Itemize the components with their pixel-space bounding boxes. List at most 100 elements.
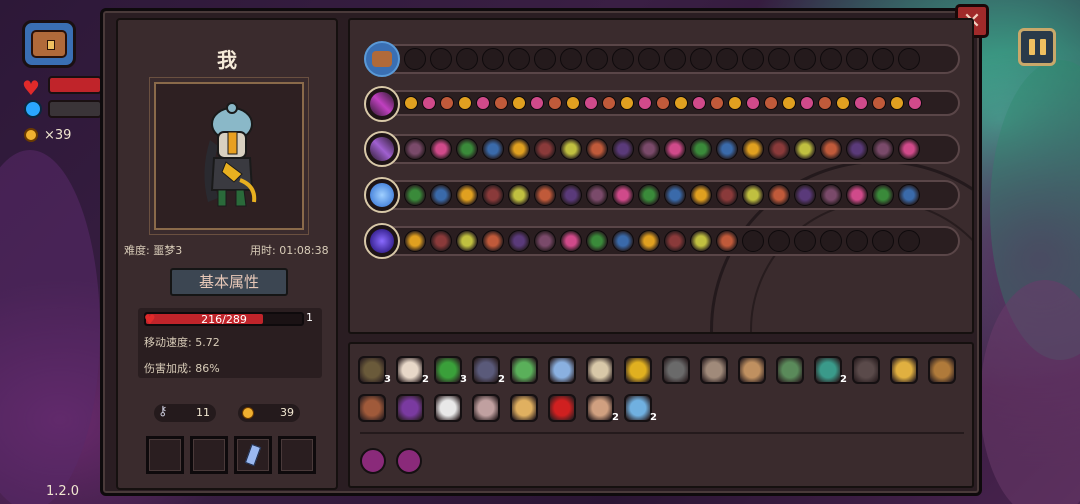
item-icon[interactable] xyxy=(434,356,462,384)
upgrade-mini-icon[interactable] xyxy=(728,96,742,110)
upgrade-icon[interactable] xyxy=(898,138,920,160)
upgrade-mini-icon[interactable] xyxy=(530,96,544,110)
upgrade-icon[interactable] xyxy=(508,138,530,160)
upgrade-mini-icon[interactable] xyxy=(782,96,796,110)
upgrade-icon[interactable] xyxy=(612,138,634,160)
upgrade-mini-icon[interactable] xyxy=(854,96,868,110)
upgrade-icon[interactable] xyxy=(872,138,894,160)
upgrade-icon[interactable] xyxy=(690,230,712,252)
item-icon[interactable] xyxy=(472,356,500,384)
item-icon[interactable] xyxy=(814,356,842,384)
upgrade-icon[interactable] xyxy=(482,230,504,252)
item-icon[interactable] xyxy=(624,356,652,384)
item-icon[interactable] xyxy=(662,356,690,384)
upgrade-icon[interactable] xyxy=(664,230,686,252)
weapon-slot-dagger[interactable] xyxy=(364,86,400,122)
pause-button[interactable] xyxy=(1018,28,1056,66)
upgrade-mini-icon[interactable] xyxy=(602,96,616,110)
upgrade-icon[interactable] xyxy=(586,138,608,160)
upgrade-icon[interactable] xyxy=(716,230,738,252)
upgrade-mini-icon[interactable] xyxy=(836,96,850,110)
upgrade-mini-icon[interactable] xyxy=(458,96,472,110)
upgrade-mini-icon[interactable] xyxy=(908,96,922,110)
upgrade-mini-icon[interactable] xyxy=(494,96,508,110)
upgrade-icon[interactable] xyxy=(456,138,478,160)
upgrade-icon[interactable] xyxy=(716,138,738,160)
upgrade-mini-icon[interactable] xyxy=(746,96,760,110)
upgrade-icon[interactable] xyxy=(560,138,582,160)
upgrade-icon[interactable] xyxy=(508,184,530,206)
weapon-slot-void-orb[interactable] xyxy=(364,223,400,259)
upgrade-icon[interactable] xyxy=(690,184,712,206)
item-icon[interactable] xyxy=(548,356,576,384)
item-icon[interactable] xyxy=(776,356,804,384)
upgrade-icon[interactable] xyxy=(664,184,686,206)
upgrade-icon[interactable] xyxy=(482,184,504,206)
upgrade-mini-icon[interactable] xyxy=(512,96,526,110)
upgrade-icon[interactable] xyxy=(404,184,426,206)
upgrade-mini-icon[interactable] xyxy=(818,96,832,110)
upgrade-icon[interactable] xyxy=(846,138,868,160)
upgrade-icon[interactable] xyxy=(794,184,816,206)
upgrade-icon[interactable] xyxy=(430,138,452,160)
upgrade-icon[interactable] xyxy=(846,184,868,206)
upgrade-icon[interactable] xyxy=(534,184,556,206)
upgrade-icon[interactable] xyxy=(742,138,764,160)
item-icon[interactable] xyxy=(738,356,766,384)
upgrade-icon[interactable] xyxy=(612,184,634,206)
weapon-slot-chest[interactable] xyxy=(364,41,400,77)
tab-basic-attributes[interactable]: 基本属性 xyxy=(170,268,288,296)
upgrade-icon[interactable] xyxy=(690,138,712,160)
item-icon[interactable] xyxy=(358,394,386,422)
upgrade-icon[interactable] xyxy=(768,138,790,160)
upgrade-icon[interactable] xyxy=(742,184,764,206)
upgrade-mini-icon[interactable] xyxy=(620,96,634,110)
upgrade-icon[interactable] xyxy=(404,138,426,160)
upgrade-mini-icon[interactable] xyxy=(404,96,418,110)
item-icon[interactable] xyxy=(700,356,728,384)
item-icon[interactable] xyxy=(624,394,652,422)
upgrade-mini-icon[interactable] xyxy=(710,96,724,110)
upgrade-icon[interactable] xyxy=(664,138,686,160)
upgrade-mini-icon[interactable] xyxy=(872,96,886,110)
upgrade-mini-icon[interactable] xyxy=(674,96,688,110)
item-icon[interactable] xyxy=(890,356,918,384)
equipment-slot[interactable] xyxy=(234,436,272,474)
upgrade-mini-icon[interactable] xyxy=(548,96,562,110)
skill-slash-icon[interactable] xyxy=(360,448,386,474)
upgrade-icon[interactable] xyxy=(638,230,660,252)
upgrade-icon[interactable] xyxy=(820,138,842,160)
upgrade-icon[interactable] xyxy=(430,184,452,206)
upgrade-icon[interactable] xyxy=(794,138,816,160)
upgrade-icon[interactable] xyxy=(768,184,790,206)
upgrade-mini-icon[interactable] xyxy=(476,96,490,110)
item-icon[interactable] xyxy=(852,356,880,384)
upgrade-icon[interactable] xyxy=(456,184,478,206)
upgrade-icon[interactable] xyxy=(560,184,582,206)
upgrade-icon[interactable] xyxy=(638,138,660,160)
upgrade-icon[interactable] xyxy=(482,138,504,160)
upgrade-mini-icon[interactable] xyxy=(440,96,454,110)
upgrade-mini-icon[interactable] xyxy=(638,96,652,110)
item-icon[interactable] xyxy=(358,356,386,384)
item-icon[interactable] xyxy=(586,356,614,384)
skill-demon-icon[interactable] xyxy=(396,448,422,474)
upgrade-icon[interactable] xyxy=(898,184,920,206)
upgrade-icon[interactable] xyxy=(638,184,660,206)
item-icon[interactable] xyxy=(434,394,462,422)
item-icon[interactable] xyxy=(510,356,538,384)
equipment-slot[interactable] xyxy=(278,436,316,474)
upgrade-icon[interactable] xyxy=(612,230,634,252)
upgrade-mini-icon[interactable] xyxy=(800,96,814,110)
upgrade-mini-icon[interactable] xyxy=(422,96,436,110)
item-icon[interactable] xyxy=(586,394,614,422)
upgrade-icon[interactable] xyxy=(716,184,738,206)
upgrade-icon[interactable] xyxy=(404,230,426,252)
upgrade-mini-icon[interactable] xyxy=(692,96,706,110)
upgrade-icon[interactable] xyxy=(430,230,452,252)
item-icon[interactable] xyxy=(928,356,956,384)
upgrade-icon[interactable] xyxy=(508,230,530,252)
weapon-slot-frost-orb[interactable] xyxy=(364,177,400,213)
upgrade-mini-icon[interactable] xyxy=(764,96,778,110)
upgrade-icon[interactable] xyxy=(872,184,894,206)
